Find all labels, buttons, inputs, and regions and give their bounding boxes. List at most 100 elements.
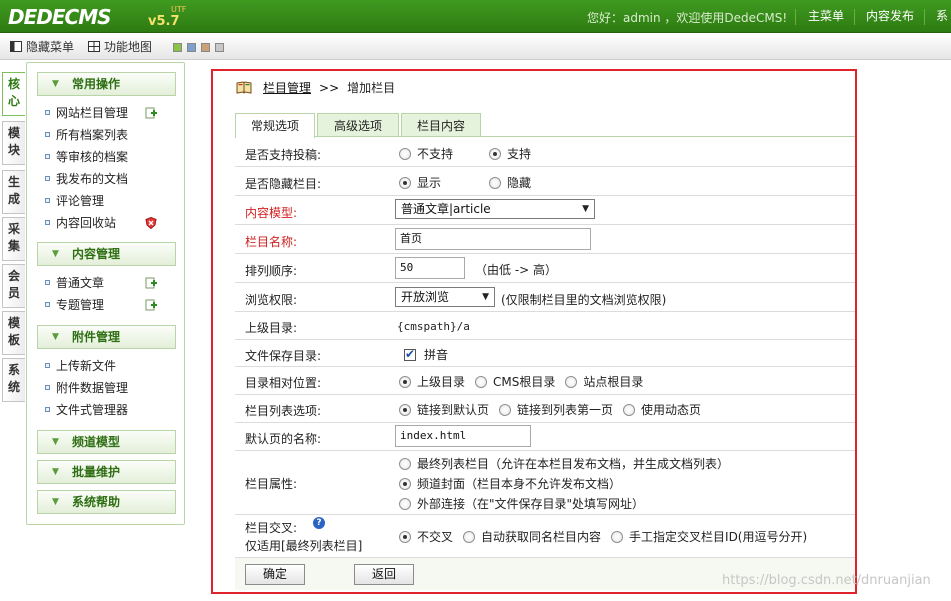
category-name-input[interactable]: 首页 xyxy=(395,228,591,250)
dir-relative-label: 目录相对位置: xyxy=(245,376,322,390)
radio-option[interactable]: 不交叉 xyxy=(399,528,453,545)
help-icon[interactable]: ? xyxy=(313,517,325,529)
radio-no-cross[interactable] xyxy=(399,531,411,543)
breadcrumb-separator: >> xyxy=(319,81,340,95)
shield-clear-icon[interactable] xyxy=(145,217,157,229)
radio-option[interactable]: CMS根目录 xyxy=(475,373,555,390)
confirm-button[interactable]: 确定 xyxy=(245,564,305,585)
browse-permission-select[interactable]: 开放浏览 ▼ xyxy=(395,287,495,307)
menu-item-all-archives[interactable]: 所有档案列表 xyxy=(45,126,128,144)
radio-option[interactable]: 自动获取同名栏目内容 xyxy=(463,528,601,545)
radio-option[interactable]: 链接到默认页 xyxy=(399,401,489,418)
vtab-template[interactable]: 模板 xyxy=(2,311,25,355)
radio-option[interactable]: 手工指定交叉栏目ID(用逗号分开) xyxy=(611,528,807,545)
vtab-module[interactable]: 模块 xyxy=(2,121,25,165)
radio-option[interactable]: 隐藏 xyxy=(489,174,531,191)
back-button[interactable]: 返回 xyxy=(354,564,414,585)
vtab-member[interactable]: 会员 xyxy=(2,264,25,308)
save-dir-pinyin[interactable]: 拼音 xyxy=(404,346,448,363)
section-batch-maintenance[interactable]: ▼ 批量维护 xyxy=(37,460,176,484)
radio-option[interactable]: 外部连接（在"文件保存目录"处填写网址） xyxy=(399,495,644,512)
radio-auto-cross[interactable] xyxy=(463,531,476,543)
radio-label: 不支持 xyxy=(417,147,454,161)
radio-dynamic-page[interactable] xyxy=(623,404,636,416)
vtab-core[interactable]: 核心 xyxy=(2,72,25,116)
menu-item-label: 等审核的档案 xyxy=(56,150,129,164)
menu-item-attachment-data[interactable]: 附件数据管理 xyxy=(45,379,128,397)
breadcrumb-category-manage[interactable]: 栏目管理 xyxy=(263,81,311,95)
chevron-down-icon: ▼ xyxy=(52,437,59,447)
add-icon[interactable] xyxy=(145,299,157,311)
row-save-dir: 文件保存目录: 拼音 xyxy=(235,340,855,367)
radio-option[interactable]: 显示 xyxy=(399,174,479,191)
content-model-select[interactable]: 普通文章|article ▼ xyxy=(395,199,595,219)
hide-menu-button[interactable]: 隐藏菜单 xyxy=(10,39,74,55)
radio-default-page[interactable] xyxy=(399,404,411,416)
radio-cms-root[interactable] xyxy=(475,376,488,388)
radio-manual-cross[interactable] xyxy=(611,531,624,543)
radio-option[interactable]: 不支持 xyxy=(399,145,479,162)
sort-order-input[interactable]: 50 xyxy=(395,257,465,279)
menu-item-category-manage[interactable]: 网站栏目管理 xyxy=(45,104,128,122)
tab-advanced-options[interactable]: 高级选项 xyxy=(317,113,399,137)
watermark-text: https://blog.csdn.net/dnruanjian xyxy=(722,573,931,588)
radio-first-list-page[interactable] xyxy=(499,404,512,416)
menu-item-comments[interactable]: 评论管理 xyxy=(45,192,104,210)
greeting-text: 您好：admin ，欢迎使用DedeCMS! xyxy=(587,11,788,25)
radio-external-link[interactable] xyxy=(399,498,411,510)
radio-parent-dir[interactable] xyxy=(399,376,411,388)
theme-swatch-brown[interactable] xyxy=(201,43,210,52)
menu-item-my-documents[interactable]: 我发布的文档 xyxy=(45,170,128,188)
radio-hide[interactable] xyxy=(489,177,501,189)
theme-swatch-gray[interactable] xyxy=(215,43,224,52)
nav-main-menu[interactable]: 主菜单 xyxy=(808,0,844,33)
radio-channel-cover[interactable] xyxy=(399,478,411,490)
menu-item-label: 内容回收站 xyxy=(56,216,117,230)
section-system-help[interactable]: ▼ 系统帮助 xyxy=(37,490,176,514)
radio-label: 自动获取同名栏目内容 xyxy=(481,530,602,544)
section-common-ops[interactable]: ▼ 常用操作 xyxy=(37,72,176,96)
menu-item-upload-file[interactable]: 上传新文件 xyxy=(45,357,116,375)
site-map-button[interactable]: 功能地图 xyxy=(88,39,152,55)
chevron-down-icon: ▼ xyxy=(52,79,59,89)
section-content-manage[interactable]: ▼ 内容管理 xyxy=(37,242,176,266)
radio-final-list[interactable] xyxy=(399,458,411,470)
site-map-label: 功能地图 xyxy=(104,40,153,54)
radio-label: 不交叉 xyxy=(417,530,454,544)
radio-not-support[interactable] xyxy=(399,148,411,160)
tab-category-content[interactable]: 栏目内容 xyxy=(401,113,481,137)
default-page-input[interactable]: index.html xyxy=(395,425,531,447)
section-channel-model[interactable]: ▼ 频道模型 xyxy=(37,430,176,454)
add-icon[interactable] xyxy=(145,107,157,119)
nav-system[interactable]: 系 xyxy=(936,0,948,33)
menu-item-recycle-bin[interactable]: 内容回收站 xyxy=(45,214,116,232)
pinyin-checkbox[interactable] xyxy=(404,347,416,361)
row-sort-order: 排列顺序: 50 （由低 -> 高） xyxy=(235,254,855,283)
radio-option[interactable]: 上级目录 xyxy=(399,373,465,390)
vtab-collect[interactable]: 采集 xyxy=(2,217,25,261)
bullet-icon xyxy=(45,407,50,412)
nav-content-publish[interactable]: 内容发布 xyxy=(866,0,914,33)
radio-show[interactable] xyxy=(399,177,411,189)
radio-support[interactable] xyxy=(489,148,501,160)
section-attachment-manage[interactable]: ▼ 附件管理 xyxy=(37,325,176,349)
radio-site-root[interactable] xyxy=(565,376,578,388)
tab-general-options[interactable]: 常规选项 xyxy=(235,113,315,138)
add-icon[interactable] xyxy=(145,277,157,289)
nav-divider xyxy=(795,9,796,25)
menu-item-file-manager[interactable]: 文件式管理器 xyxy=(45,401,128,419)
vtab-system[interactable]: 系统 xyxy=(2,358,25,402)
menu-item-pending-archives[interactable]: 等审核的档案 xyxy=(45,148,128,166)
radio-option[interactable]: 使用动态页 xyxy=(623,401,701,418)
vtab-generate[interactable]: 生成 xyxy=(2,170,25,214)
radio-option[interactable]: 频道封面（栏目本身不允许发布文档） xyxy=(399,475,621,492)
radio-option[interactable]: 支持 xyxy=(489,145,531,162)
menu-item-label: 所有档案列表 xyxy=(56,128,129,142)
radio-option[interactable]: 最终列表栏目（允许在本栏目发布文档，并生成文档列表） xyxy=(399,455,729,472)
theme-swatch-blue[interactable] xyxy=(187,43,196,52)
theme-swatch-green[interactable] xyxy=(173,43,182,52)
radio-option[interactable]: 站点根目录 xyxy=(565,373,643,390)
menu-item-article[interactable]: 普通文章 xyxy=(45,274,104,292)
menu-item-special[interactable]: 专题管理 xyxy=(45,296,104,314)
radio-option[interactable]: 链接到列表第一页 xyxy=(499,401,613,418)
